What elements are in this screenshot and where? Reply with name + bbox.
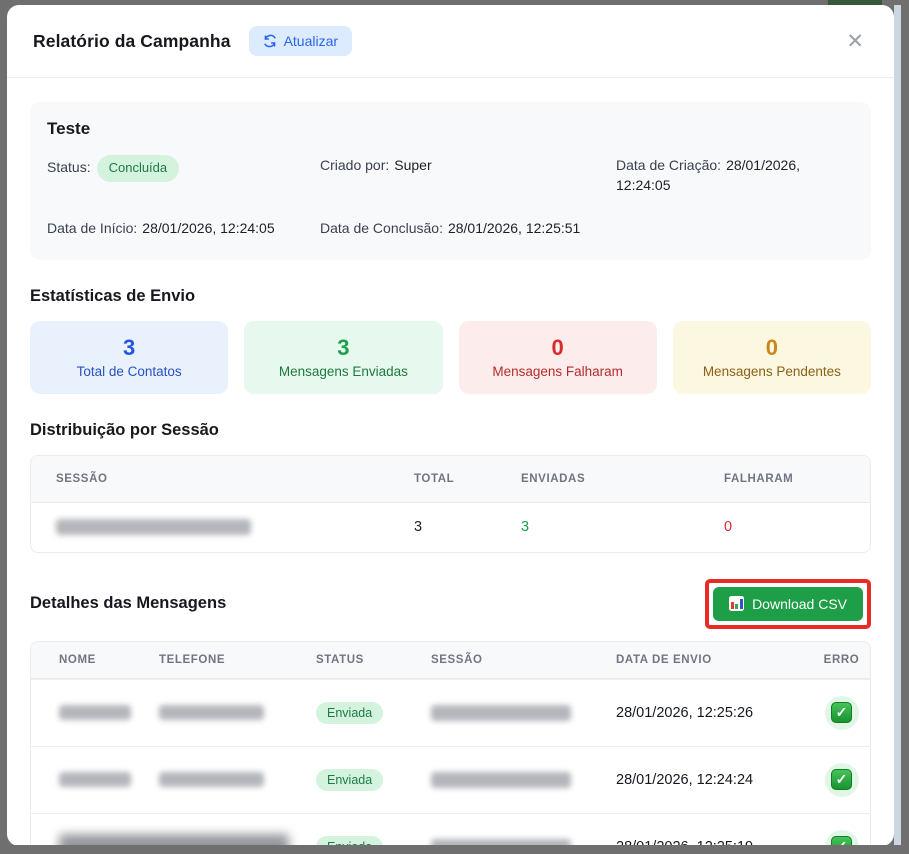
status-field: Status: Concluída <box>47 155 320 196</box>
end-date-field: Data de Conclusão: 28/01/2026, 12:25:51 <box>320 218 616 238</box>
success-check-icon: ✓ <box>824 762 859 797</box>
session-falharam: 0 <box>724 519 733 536</box>
refresh-button-label: Atualizar <box>283 33 339 49</box>
download-csv-button[interactable]: Download CSV <box>713 586 863 621</box>
success-check-icon: ✓ <box>824 829 859 846</box>
status-label: Status: <box>47 159 91 175</box>
session-total: 3 <box>414 519 423 536</box>
start-date-field: Data de Início: 28/01/2026, 12:24:05 <box>47 218 320 238</box>
session-enviadas: 3 <box>521 519 530 536</box>
send-date: 28/01/2026, 12:25:26 <box>616 704 754 721</box>
col-erro: Erro <box>823 653 860 666</box>
campaign-info-card: Teste Status: Concluída Criado por: Super … <box>30 102 871 260</box>
stats-grid: 3 Total de Contatos 3 Mensagens Enviadas… <box>30 320 871 394</box>
start-date-label: Data de Início: <box>47 219 138 236</box>
status-badge: Enviada <box>316 701 384 724</box>
refresh-button[interactable]: Atualizar <box>248 26 353 56</box>
end-date-value: 28/01/2026, 12:25:51 <box>447 219 581 236</box>
session-table: Sessão Total Enviadas Falharam 3 3 0 <box>30 454 871 553</box>
stat-label: Mensagens Pendentes <box>702 363 841 379</box>
created-by-value: Super <box>394 157 432 173</box>
table-row: Enviada 28/01/2026, 12:24:24 ✓ <box>31 745 870 813</box>
col-sessao: Sessão <box>56 472 108 485</box>
campaign-name: Teste <box>47 119 91 138</box>
stat-value: 0 <box>551 334 564 360</box>
message-details-bar: Detalhes das Mensagens Download CSV <box>30 578 871 629</box>
col-sessao: Sessão <box>431 653 483 666</box>
send-date: 28/01/2026, 12:24:24 <box>616 771 754 788</box>
table-row: 3 3 0 <box>31 503 870 552</box>
session-table-heading: Distribuição por Sessão <box>30 420 219 439</box>
modal-scrollbar[interactable] <box>894 5 901 845</box>
download-csv-label: Download CSV <box>752 595 847 612</box>
table-row: Enviada 28/01/2026, 12:25:26 ✓ <box>31 678 870 746</box>
col-total: Total <box>414 472 455 485</box>
end-date-label: Data de Conclusão: <box>320 219 443 236</box>
stat-card-messages-pending: 0 Mensagens Pendentes <box>672 320 871 394</box>
bar-chart-icon <box>729 596 745 612</box>
modal-header: Relatório da Campanha Atualizar ✕ <box>7 5 894 78</box>
status-badge: Enviada <box>316 768 384 791</box>
col-falharam: Falharam <box>724 472 794 485</box>
creation-date-label: Data de Criação: <box>616 157 722 173</box>
screenshot-bottom-edge <box>0 845 909 854</box>
stat-card-messages-failed: 0 Mensagens Falharam <box>458 320 657 394</box>
col-nome: Nome <box>59 653 96 666</box>
messages-table-header: Nome Telefone Status Sessão Data de Envi… <box>31 641 870 679</box>
stat-value: 3 <box>123 334 136 360</box>
table-row: Enviada 28/01/2026, 12:25:19 ✓ <box>31 812 870 846</box>
messages-table: Nome Telefone Status Sessão Data de Envi… <box>30 640 871 846</box>
creation-date-field: Data de Criação: 28/01/2026, 12:24:05 <box>616 155 854 196</box>
stat-value: 0 <box>765 334 778 360</box>
redacted-phone <box>159 705 264 721</box>
redacted-session <box>431 771 571 788</box>
created-by-field: Criado por: Super <box>320 155 616 196</box>
refresh-icon <box>263 34 277 48</box>
close-icon[interactable]: ✕ <box>842 27 868 56</box>
col-enviadas: Enviadas <box>521 472 586 485</box>
campaign-report-modal: Relatório da Campanha Atualizar ✕ Teste … <box>7 5 894 846</box>
col-data-envio: Data de Envio <box>616 653 712 666</box>
modal-body: Teste Status: Concluída Criado por: Super … <box>7 78 894 846</box>
stat-label: Mensagens Enviadas <box>278 363 408 379</box>
stats-heading: Estatísticas de Envio <box>30 286 196 305</box>
status-badge: Concluída <box>96 155 180 182</box>
col-status: Status <box>316 653 364 666</box>
redacted-phone <box>159 772 264 788</box>
created-by-label: Criado por: <box>320 157 390 173</box>
annotation-highlight: Download CSV <box>705 578 871 629</box>
success-check-icon: ✓ <box>824 695 859 730</box>
redacted-name <box>59 772 131 788</box>
stat-card-messages-sent: 3 Mensagens Enviadas <box>244 320 443 394</box>
stat-label: Total de Contatos <box>76 363 182 379</box>
start-date-value: 28/01/2026, 12:24:05 <box>142 219 275 236</box>
redacted-session-name <box>56 519 251 536</box>
messages-heading: Detalhes das Mensagens <box>30 594 227 613</box>
redacted-session <box>431 704 571 721</box>
stat-label: Mensagens Falharam <box>492 363 623 379</box>
stat-card-total-contacts: 3 Total de Contatos <box>30 320 229 394</box>
redacted-name <box>59 705 131 721</box>
page-title: Relatório da Campanha <box>33 30 231 51</box>
campaign-fields: Status: Concluída Criado por: Super Data d… <box>47 155 854 238</box>
session-table-header: Sessão Total Enviadas Falharam <box>31 455 870 503</box>
stat-value: 3 <box>337 334 350 360</box>
col-telefone: Telefone <box>159 653 226 666</box>
